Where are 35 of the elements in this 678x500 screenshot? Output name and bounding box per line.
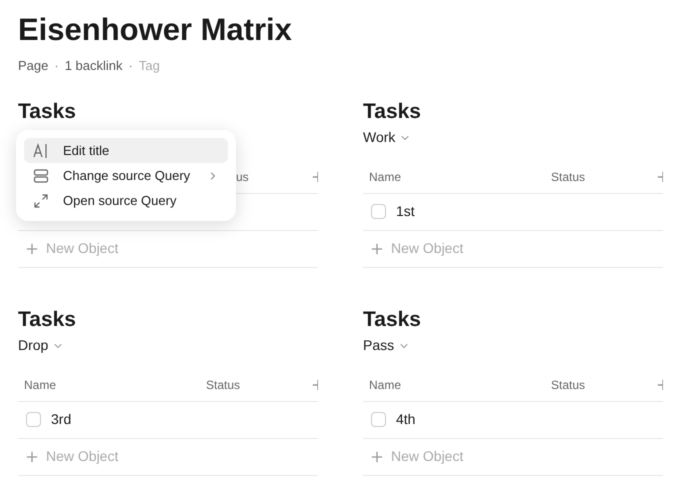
menu-item[interactable]: Open source Query	[24, 188, 228, 213]
column-header[interactable]: Name	[24, 378, 56, 392]
separator-dot: ·	[54, 57, 59, 75]
separator-dot: ·	[128, 57, 133, 75]
view-dropdown[interactable]: Pass	[363, 335, 410, 356]
text-cursor-icon	[33, 142, 49, 158]
checkbox[interactable]	[371, 412, 386, 427]
column-header[interactable]: Name	[369, 170, 402, 184]
view-dropdown[interactable]: Work	[363, 127, 412, 148]
column-header[interactable]: Status	[206, 378, 240, 392]
stack-icon	[33, 168, 49, 184]
meta-item[interactable]: 1 backlink	[64, 56, 123, 76]
meta-item[interactable]: Page	[18, 56, 48, 76]
checkbox[interactable]	[26, 412, 41, 427]
plus-icon	[24, 448, 40, 464]
row-name[interactable]: 3rd	[51, 409, 72, 430]
row-name[interactable]: 1st	[396, 201, 415, 222]
column-header[interactable]: Name	[369, 378, 402, 392]
plus-icon	[24, 240, 40, 256]
checkbox[interactable]	[371, 204, 386, 219]
menu-item[interactable]: Edit title	[24, 138, 228, 163]
plus-icon	[369, 448, 385, 464]
block-title: Tasks	[363, 306, 422, 332]
column-header[interactable]: us	[236, 170, 249, 184]
column-header[interactable]: Status	[551, 170, 586, 184]
expand-icon	[33, 192, 49, 208]
plus-icon	[369, 240, 385, 256]
column-header[interactable]: Status	[551, 378, 586, 392]
view-dropdown[interactable]: Drop	[18, 335, 64, 356]
row-name[interactable]: 4th	[396, 409, 416, 430]
page-title: Eisenhower Matrix	[18, 11, 293, 49]
menu-item[interactable]: Change source Query	[24, 163, 228, 188]
block-title: Tasks	[363, 98, 422, 124]
block-title: Tasks	[18, 306, 77, 332]
block-title: Tasks	[18, 98, 77, 124]
